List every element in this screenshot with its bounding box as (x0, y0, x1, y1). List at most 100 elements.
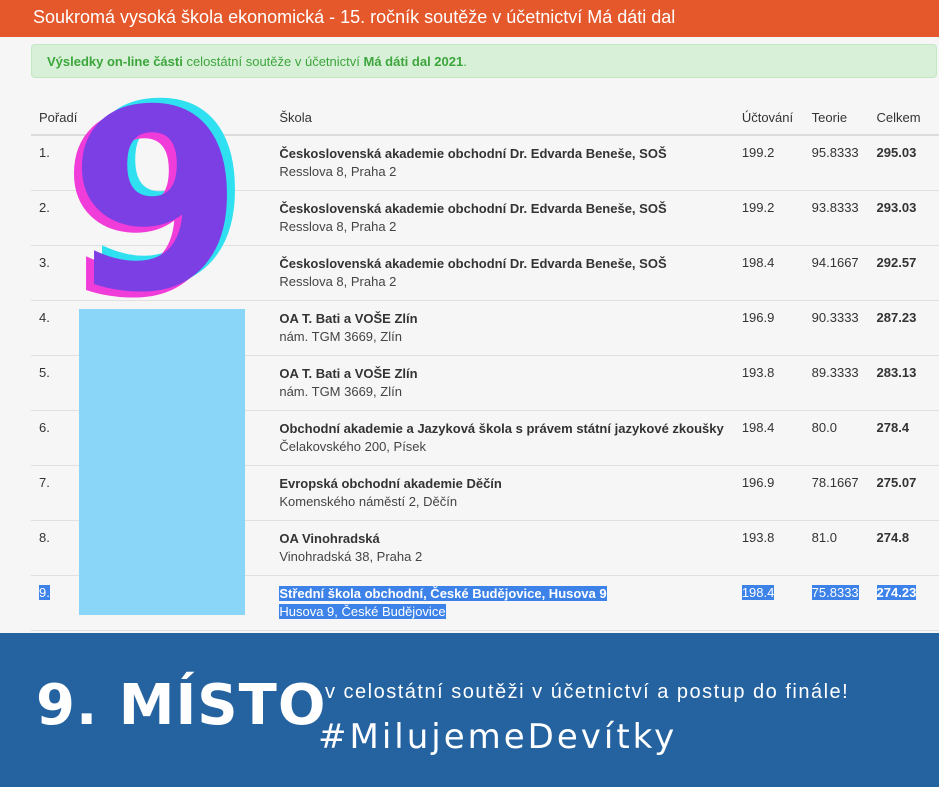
cell-total: 292.57 (868, 245, 939, 301)
cell-school: Střední škola obchodní, České Budějovice… (271, 575, 734, 631)
total-score: 292.57 (876, 254, 917, 270)
cell-school: Evropská obchodní akademie Děčín Komenské… (271, 465, 734, 521)
school-address: nám. TGM 3669, Zlín (279, 328, 402, 344)
cell-accounting: 198.4 (733, 245, 804, 301)
school-name: Obchodní akademie a Jazyková škola s prá… (279, 420, 724, 436)
total-score: 274.23 (876, 584, 917, 600)
alert-competition-name: Má dáti dal 2021 (363, 54, 464, 69)
school-name: Střední škola obchodní, České Budějovice… (279, 585, 607, 601)
school-address: Resslova 8, Praha 2 (279, 273, 397, 289)
cell-total: 283.13 (868, 355, 939, 411)
cell-theory: 89.3333 (803, 355, 869, 411)
redacted-team-block (79, 309, 245, 615)
alert-mid-text: celostátní soutěže v účetnictví (182, 54, 364, 69)
school-address: nám. TGM 3669, Zlín (279, 383, 402, 399)
total-score: 293.03 (876, 199, 917, 215)
header-school[interactable]: Škola (271, 100, 734, 136)
header-theory[interactable]: Teorie (803, 100, 869, 136)
big-nine-purple: 9 (69, 80, 243, 310)
accounting-score: 193.8 (741, 364, 775, 380)
school-address: Čelakovského 200, Písek (279, 438, 427, 454)
rank-value: 7. (39, 474, 50, 490)
rank-value: 8. (39, 529, 50, 545)
school-address: Komenského náměstí 2, Děčín (279, 493, 458, 509)
header-total[interactable]: Celkem (868, 100, 939, 136)
accounting-score: 199.2 (741, 145, 775, 160)
rank-value: 9. (39, 584, 50, 600)
cell-total: 295.03 (868, 135, 939, 191)
cell-theory: 80.0 (803, 410, 869, 466)
cell-total: 278.4 (868, 410, 939, 466)
rank-value: 2. (39, 199, 50, 215)
results-alert: Výsledky on-line části celostátní soutěž… (31, 44, 937, 78)
place-title: 9. MÍSTO (36, 673, 327, 738)
accounting-score: 198.4 (741, 584, 775, 600)
page-title: Soukromá vysoká škola ekonomická - 15. r… (33, 7, 676, 27)
bottom-banner: 9. MÍSTO v celostátní soutěži v účetnict… (0, 633, 939, 787)
cell-theory: 78.1667 (803, 465, 869, 521)
school-name: OA T. Bati a VOŠE Zlín (279, 310, 418, 326)
cell-school: Obchodní akademie a Jazyková škola s prá… (271, 410, 734, 466)
cell-school: OA T. Bati a VOŠE Zlín nám. TGM 3669, Zlí… (271, 355, 734, 411)
school-address: Resslova 8, Praha 2 (279, 218, 397, 234)
cell-accounting: 193.8 (733, 355, 804, 411)
school-address: Husova 9, České Budějovice (279, 603, 446, 619)
school-name: Československá akademie obchodní Dr. Edv… (279, 146, 667, 161)
rank-value: 5. (39, 364, 50, 380)
cell-school: OA Vinohradská Vinohradská 38, Praha 2 (271, 520, 734, 576)
theory-score: 81.0 (811, 529, 837, 545)
cell-theory: 93.8333 (803, 190, 869, 246)
theory-score: 78.1667 (811, 474, 859, 490)
theory-score: 93.8333 (811, 199, 859, 215)
cell-school: Československá akademie obchodní Dr. Edv… (271, 190, 734, 246)
cell-total: 287.23 (868, 300, 939, 356)
hashtag: #MilujemeDevítky (318, 717, 678, 757)
accounting-score: 198.4 (741, 254, 775, 270)
cell-total: 293.03 (868, 190, 939, 246)
school-address: Vinohradská 38, Praha 2 (279, 548, 423, 564)
cell-total: 274.23 (868, 575, 939, 631)
alert-end: . (463, 54, 467, 69)
total-score: 283.13 (876, 364, 917, 380)
theory-score: 94.1667 (811, 254, 859, 270)
theory-score: 75.8333 (811, 584, 859, 600)
cell-theory: 75.8333 (803, 575, 869, 631)
accounting-score: 198.4 (741, 419, 775, 435)
cell-accounting: 196.9 (733, 465, 804, 521)
cell-accounting: 198.4 (733, 410, 804, 466)
cell-accounting: 196.9 (733, 300, 804, 356)
accounting-score: 193.8 (741, 529, 775, 545)
cell-accounting: 199.2 (733, 190, 804, 246)
cell-school: Československá akademie obchodní Dr. Edv… (271, 245, 734, 301)
cell-total: 275.07 (868, 465, 939, 521)
cell-school: OA T. Bati a VOŠE Zlín nám. TGM 3669, Zlí… (271, 300, 734, 356)
school-name: Evropská obchodní akademie Děčín (279, 475, 502, 491)
school-name: OA T. Bati a VOŠE Zlín (279, 365, 418, 381)
theory-score: 95.8333 (811, 145, 859, 160)
alert-link-text[interactable]: Výsledky on-line části (47, 54, 183, 69)
rank-value: 4. (39, 309, 50, 325)
school-name: Československá akademie obchodní Dr. Edv… (279, 200, 667, 216)
school-address: Resslova 8, Praha 2 (279, 164, 397, 179)
alert-text: Výsledky on-line části celostátní soutěž… (47, 54, 467, 69)
big-nine-graphic: 9 9 9 (62, 80, 251, 310)
school-name: Československá akademie obchodní Dr. Edv… (279, 255, 667, 271)
cell-theory: 95.8333 (803, 135, 869, 191)
cell-school: Československá akademie obchodní Dr. Edv… (271, 135, 734, 191)
theory-score: 80.0 (811, 419, 837, 435)
total-score: 278.4 (876, 419, 910, 435)
total-score: 295.03 (876, 145, 917, 160)
rank-value: 3. (39, 254, 50, 270)
header-accounting[interactable]: Účtování (733, 100, 804, 136)
cell-accounting: 198.4 (733, 575, 804, 631)
total-score: 287.23 (876, 309, 917, 325)
accounting-score: 196.9 (741, 474, 775, 490)
cell-theory: 81.0 (803, 520, 869, 576)
page-header: Soukromá vysoká škola ekonomická - 15. r… (0, 0, 939, 37)
school-name: OA Vinohradská (279, 530, 380, 546)
rank-value: 6. (39, 419, 50, 435)
theory-score: 89.3333 (811, 364, 859, 380)
theory-score: 90.3333 (811, 309, 859, 325)
cell-accounting: 193.8 (733, 520, 804, 576)
accounting-score: 199.2 (741, 199, 775, 215)
